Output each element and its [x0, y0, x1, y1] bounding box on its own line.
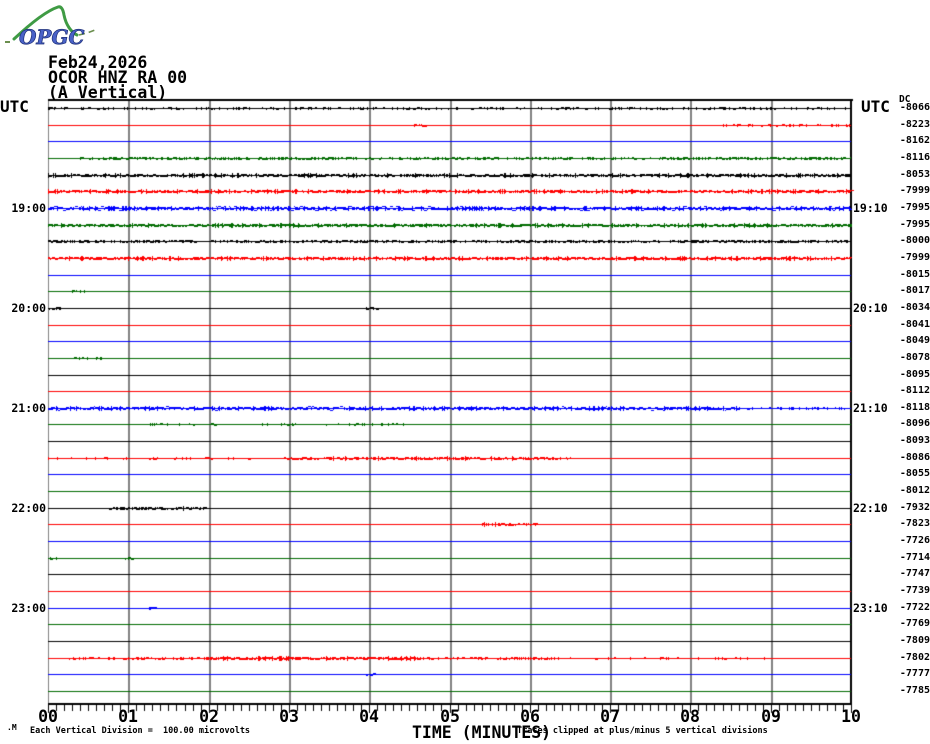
- dc-value: -8078: [899, 352, 930, 363]
- dc-value: -8095: [899, 369, 930, 380]
- dc-value: -8041: [899, 319, 930, 330]
- x-tick-label: 00: [38, 707, 58, 726]
- dc-value: -8093: [899, 435, 930, 446]
- dc-value: -8096: [899, 418, 930, 429]
- dc-value: -8049: [899, 335, 930, 346]
- dc-value: -7726: [899, 535, 930, 546]
- x-tick-label: 02: [199, 707, 219, 726]
- dc-value: -7999: [899, 252, 930, 263]
- hour-label-left: 23:00: [11, 601, 46, 615]
- dc-value: -7769: [899, 618, 930, 629]
- dc-value: -8017: [899, 285, 930, 296]
- dc-value: -8066: [899, 102, 930, 113]
- heliplot-page: OPGC Feb24,2026 OCOR HNZ RA 00 (A Vertic…: [0, 0, 930, 744]
- dc-value: -7785: [899, 685, 930, 696]
- hour-label-right: 23:10: [853, 601, 888, 615]
- dc-value: -8000: [899, 235, 930, 246]
- x-tick-label: 04: [359, 707, 379, 726]
- dc-value: -7714: [899, 552, 930, 563]
- dc-value: -8162: [899, 135, 930, 146]
- hour-label-left: 19:00: [11, 201, 46, 215]
- dc-value: -8053: [899, 169, 930, 180]
- dc-value: -7747: [899, 568, 930, 579]
- hour-label-right: 22:10: [853, 501, 888, 515]
- x-tick-label: 08: [680, 707, 700, 726]
- clip-note: Traces clipped at plus/minus 5 vertical …: [517, 726, 768, 736]
- dc-value: -8086: [899, 452, 930, 463]
- dc-value: -7995: [899, 219, 930, 230]
- x-tick-label: 09: [761, 707, 781, 726]
- dc-value: -7777: [899, 668, 930, 679]
- hour-label-right: 20:10: [853, 301, 888, 315]
- dc-value: -8112: [899, 385, 930, 396]
- dc-value: -8116: [899, 152, 930, 163]
- dc-value: -8012: [899, 485, 930, 496]
- dc-value: -7802: [899, 652, 930, 663]
- x-tick-label: 01: [118, 707, 138, 726]
- hour-label-left: 20:00: [11, 301, 46, 315]
- dc-value: -7739: [899, 585, 930, 596]
- dc-value: -7809: [899, 635, 930, 646]
- dc-value: -8015: [899, 269, 930, 280]
- scale-note: Each Vertical Division = 100.00 microvol…: [30, 726, 251, 736]
- dc-value: -8055: [899, 468, 930, 479]
- hour-label-left: 21:00: [11, 401, 46, 415]
- hour-label-right: 21:10: [853, 401, 888, 415]
- helicorder-plot: [0, 0, 930, 744]
- hour-label-right: 19:10: [853, 201, 888, 215]
- dc-value: -7823: [899, 518, 930, 529]
- x-tick-label: 10: [841, 707, 861, 726]
- corner-glyph: .M: [7, 723, 17, 732]
- dc-value: -7999: [899, 185, 930, 196]
- dc-value: -8223: [899, 119, 930, 130]
- hour-label-left: 22:00: [11, 501, 46, 515]
- x-tick-label: 07: [600, 707, 620, 726]
- x-tick-label: 03: [279, 707, 299, 726]
